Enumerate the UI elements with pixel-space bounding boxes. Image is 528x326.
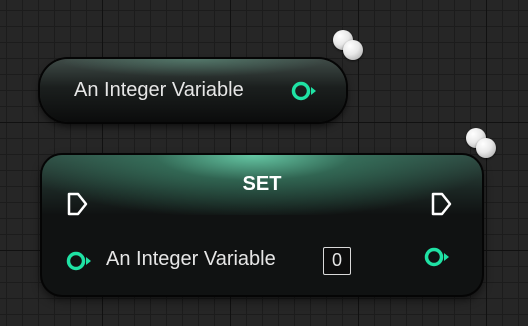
exec-input-pin-icon[interactable] [66, 191, 88, 217]
node-header-glow [56, 59, 330, 77]
set-node-header: SET [42, 155, 482, 215]
pure-node-bubbles-icon [333, 30, 373, 70]
variable-set-node[interactable]: SET An Integer Variable 0 [42, 155, 482, 295]
exec-output-pin-icon[interactable] [430, 191, 452, 217]
integer-input-pin-icon[interactable] [66, 250, 92, 272]
getter-variable-label: An Integer Variable [74, 79, 244, 101]
variable-get-node[interactable]: An Integer Variable [40, 59, 346, 122]
integer-pin-icon[interactable] [291, 80, 317, 102]
blueprint-graph-canvas[interactable]: An Integer Variable SET An Integer Varia… [0, 0, 528, 326]
set-variable-label: An Integer Variable [106, 248, 276, 270]
integer-output-pin-icon[interactable] [424, 246, 450, 268]
set-node-title: SET [242, 173, 282, 195]
integer-value-input[interactable]: 0 [323, 247, 351, 275]
